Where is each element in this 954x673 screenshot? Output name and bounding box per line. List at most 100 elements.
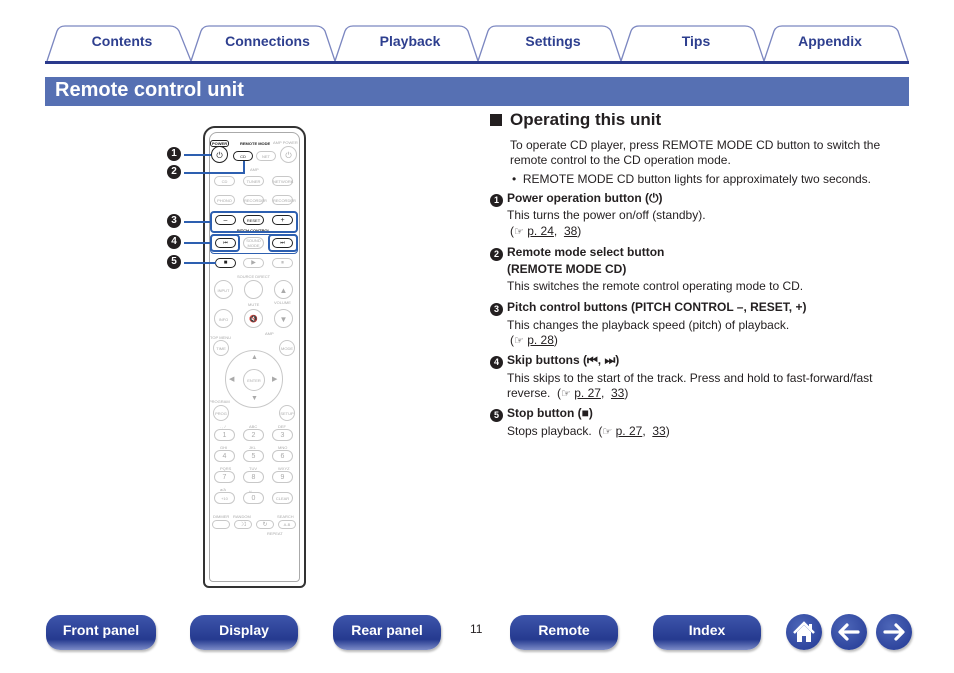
- home-icon: [793, 621, 815, 642]
- reference-hand-icon: ☞: [561, 388, 571, 400]
- ref-link[interactable]: p. 27: [574, 386, 601, 400]
- bullet-text: • REMOTE MODE CD button lights for appro…: [512, 172, 871, 186]
- volume-label: VOLUME: [274, 300, 291, 305]
- amp-volume-label: AMP: [265, 331, 274, 336]
- tab-underline: [45, 61, 909, 64]
- item-1-desc: This turns the power on/off (standby).: [507, 208, 706, 222]
- tab-contents[interactable]: Contents: [57, 33, 187, 49]
- index-button[interactable]: Index: [653, 615, 761, 650]
- ref-link[interactable]: p. 27: [616, 424, 643, 438]
- callout-line-5: [184, 262, 216, 264]
- callout-1: 1: [167, 147, 181, 161]
- back-arrow-icon: [838, 623, 860, 641]
- keypad-key-button[interactable]: 9: [272, 471, 293, 483]
- callout-4: 4: [167, 235, 181, 249]
- keypad-key-button[interactable]: CLEAR: [272, 492, 293, 504]
- front-panel-button[interactable]: Front panel: [46, 615, 156, 650]
- random-button[interactable]: ⤨: [234, 520, 252, 529]
- dpad-up-button[interactable]: ▲: [251, 354, 258, 361]
- keypad-key-button[interactable]: 5: [243, 450, 264, 462]
- keypad-key-button[interactable]: 0: [243, 492, 264, 504]
- source-recorder2-button[interactable]: RECORDER: [272, 195, 296, 205]
- keypad-key-button[interactable]: +10: [214, 492, 235, 504]
- amp-power-label: AMP POWER: [273, 140, 298, 145]
- item-4-title: 4 Skip buttons (⏮, ⏭): [490, 353, 619, 369]
- input-button[interactable]: INPUT: [214, 280, 233, 299]
- item-4-desc: This skips to the start of the track. Pr…: [507, 371, 873, 385]
- keypad-key-button[interactable]: 4: [214, 450, 235, 462]
- keypad-key-button[interactable]: 3: [272, 429, 293, 441]
- amp-group-label: AMP: [250, 167, 259, 172]
- power-button[interactable]: ⏻: [211, 146, 228, 163]
- ref-link[interactable]: 33: [652, 424, 665, 438]
- program-label: PROGRAM: [209, 399, 230, 404]
- tab-appendix[interactable]: Appendix: [765, 33, 895, 49]
- source-recorder1-button[interactable]: RECORDER: [243, 195, 267, 205]
- source-direct-button[interactable]: [244, 280, 263, 299]
- remote-mode-net-button[interactable]: NET: [256, 151, 276, 161]
- remote-mode-cd-button[interactable]: CD: [233, 151, 253, 161]
- search-label: SEARCH: [277, 514, 294, 519]
- volume-down-button[interactable]: ▼: [274, 309, 293, 328]
- source-cd-button[interactable]: CD: [214, 176, 235, 186]
- item-2-desc: This switches the remote control operati…: [507, 279, 804, 293]
- repeat-ab-button[interactable]: A-B: [278, 520, 296, 529]
- stop-button[interactable]: ■: [215, 258, 236, 268]
- home-button[interactable]: [786, 614, 822, 650]
- back-button[interactable]: [831, 614, 867, 650]
- prog-button[interactable]: PROG: [213, 405, 229, 421]
- callout-line-1: [184, 154, 211, 156]
- source-network-button[interactable]: NETWORK: [272, 176, 293, 186]
- ref-link[interactable]: p. 28: [527, 333, 554, 347]
- dimmer-label: DIMMER: [213, 514, 230, 519]
- callout-3: 3: [167, 214, 181, 228]
- forward-button[interactable]: [876, 614, 912, 650]
- item-1-refs: (☞ p. 24, 38): [510, 224, 582, 238]
- highlight-skip-group: [210, 234, 298, 254]
- setup-button[interactable]: SETUP: [279, 405, 295, 421]
- mute-button[interactable]: 🔇: [244, 309, 263, 328]
- play-button[interactable]: ▶: [243, 258, 264, 268]
- amp-power-button[interactable]: ⏻: [280, 146, 297, 163]
- keypad-key-button[interactable]: 6: [272, 450, 293, 462]
- tab-tips[interactable]: Tips: [631, 33, 761, 49]
- item-3-refs: (☞ p. 28): [510, 333, 558, 347]
- rear-panel-button[interactable]: Rear panel: [333, 615, 441, 650]
- keypad-key-button[interactable]: 8: [243, 471, 264, 483]
- tab-settings[interactable]: Settings: [488, 33, 618, 49]
- time-button[interactable]: TIME: [213, 340, 229, 356]
- item-3-title: 3 Pitch control buttons (PITCH CONTROL –,…: [490, 300, 806, 316]
- enter-button[interactable]: ENTER: [243, 369, 265, 391]
- ref-link[interactable]: p. 24: [527, 224, 554, 238]
- section-heading: Operating this unit: [490, 110, 661, 130]
- repeat-button[interactable]: ↻: [256, 520, 274, 529]
- source-tuner-button[interactable]: TUNER: [243, 176, 264, 186]
- mode-button[interactable]: MODE: [279, 340, 295, 356]
- reference-hand-icon: ☞: [602, 426, 613, 438]
- remote-button[interactable]: Remote: [510, 615, 618, 650]
- source-phono-button[interactable]: PHONO: [214, 195, 235, 205]
- volume-up-button[interactable]: ▲: [274, 280, 293, 299]
- page-number: 11: [470, 622, 483, 636]
- keypad-key-button[interactable]: 2: [243, 429, 264, 441]
- ref-link[interactable]: 38: [564, 224, 577, 238]
- repeat-label: REPEAT: [267, 531, 283, 536]
- keypad-key-button[interactable]: 1: [214, 429, 235, 441]
- dpad-down-button[interactable]: ▼: [251, 395, 258, 402]
- dpad-right-button[interactable]: ▶: [272, 375, 277, 383]
- title-bar: Remote control unit: [45, 77, 909, 106]
- display-button[interactable]: Display: [190, 615, 298, 650]
- dimmer-button[interactable]: [212, 520, 230, 529]
- tab-playback[interactable]: Playback: [345, 33, 475, 49]
- dpad-left-button[interactable]: ◀: [229, 375, 234, 383]
- pause-button[interactable]: ⏸: [272, 258, 293, 268]
- chapter-tabs: Contents Connections Playback Settings T…: [45, 25, 909, 63]
- info-button[interactable]: INFO: [214, 309, 233, 328]
- intro-text-2: remote control to the CD operation mode.: [510, 153, 731, 167]
- keypad-key-button[interactable]: 7: [214, 471, 235, 483]
- callout-2: 2: [167, 165, 181, 179]
- ref-link[interactable]: 33: [611, 386, 624, 400]
- remote-mode-label: REMOTE MODE: [240, 141, 271, 146]
- highlight-pitch: [210, 211, 298, 233]
- tab-connections[interactable]: Connections: [200, 33, 335, 49]
